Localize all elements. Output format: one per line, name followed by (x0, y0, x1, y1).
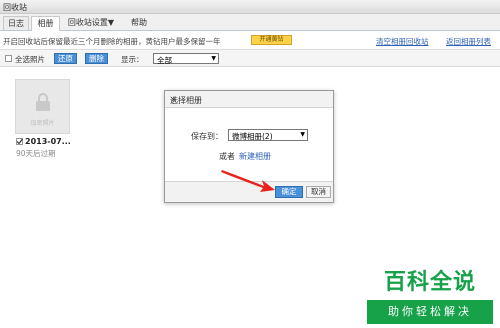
watermark-slogan: 助你轻松解决 (367, 300, 493, 324)
watermark-brand: 百科全说 (367, 266, 493, 300)
